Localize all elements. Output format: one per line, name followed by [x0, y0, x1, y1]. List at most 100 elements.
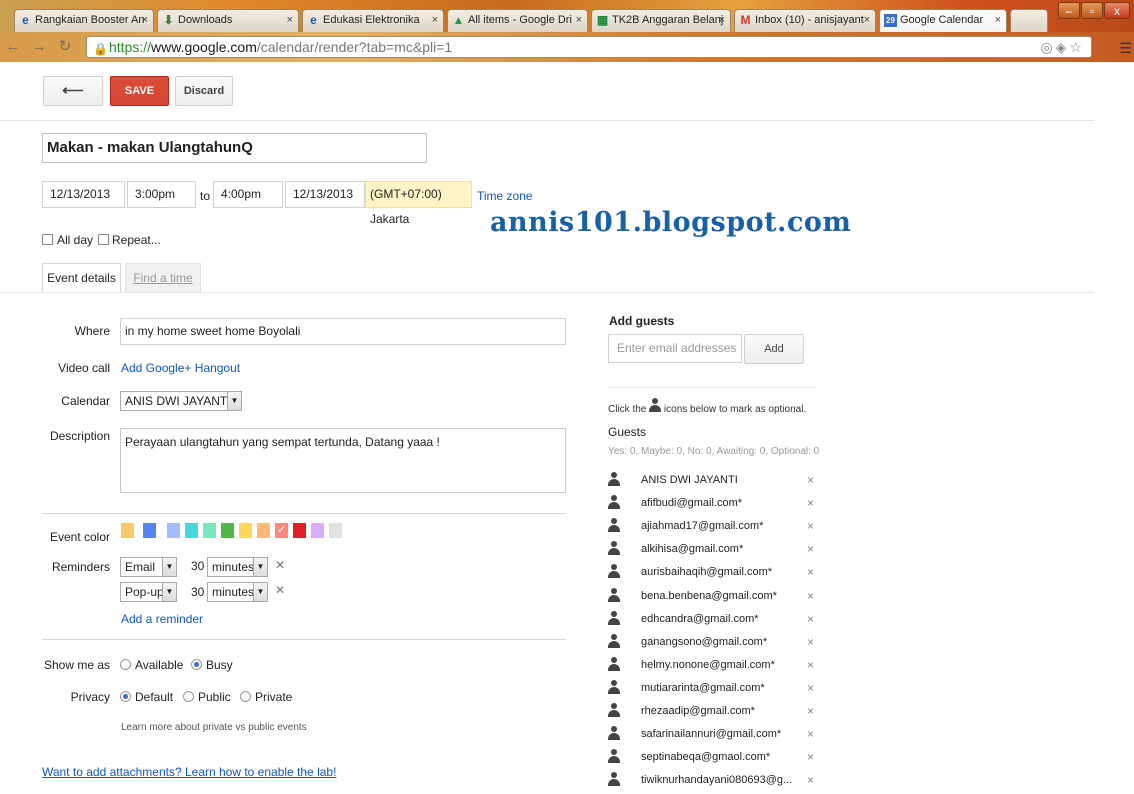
minimize-icon[interactable]: – [1058, 2, 1080, 19]
browser-tab[interactable]: e Rangkaian Booster An × [14, 9, 154, 32]
remove-guest-icon[interactable]: × [807, 542, 814, 556]
remove-guest-icon[interactable]: × [807, 565, 814, 579]
maximize-icon[interactable]: ▫ [1081, 2, 1103, 19]
reminder-2-unit-select[interactable]: minutes ▼ [207, 582, 268, 602]
add-reminder-link[interactable]: Add a reminder [121, 612, 203, 626]
close-tab-icon[interactable]: × [432, 10, 438, 31]
new-tab-button[interactable] [1010, 9, 1048, 32]
person-icon[interactable] [608, 610, 622, 627]
reminder-1-unit-select[interactable]: minutes ▼ [207, 557, 268, 577]
close-tab-icon[interactable]: × [287, 10, 293, 31]
color-swatch[interactable] [293, 523, 306, 538]
color-swatch[interactable] [143, 523, 156, 538]
end-time-input[interactable]: 4:00pm [213, 181, 283, 208]
person-icon[interactable] [608, 749, 622, 765]
remove-guest-icon[interactable]: × [807, 519, 814, 533]
close-tab-icon[interactable]: × [864, 10, 870, 31]
remove-guest-icon[interactable]: × [807, 612, 814, 626]
browser-tab-title: Edukasi Elektronika [323, 14, 420, 26]
person-icon[interactable] [608, 703, 622, 719]
color-swatch[interactable] [239, 523, 252, 538]
remove-guest-icon[interactable]: × [807, 681, 814, 695]
color-swatch[interactable] [185, 523, 198, 538]
close-tab-icon[interactable]: × [719, 10, 725, 31]
add-guest-button[interactable]: Add [744, 334, 804, 364]
where-input[interactable]: in my home sweet home Boyolali [120, 318, 566, 345]
busy-radio[interactable] [191, 659, 202, 670]
person-icon[interactable] [608, 656, 622, 673]
close-tab-icon[interactable]: × [576, 10, 582, 31]
tab-find-a-time[interactable]: Find a time [125, 263, 201, 293]
privacy-help-link[interactable]: Learn more about private vs public event… [121, 722, 307, 733]
browser-tab[interactable]: 29 Google Calendar × [879, 9, 1007, 32]
remove-reminder-1-icon[interactable]: ✕ [275, 558, 285, 572]
reminder-1-method-select[interactable]: Email ▼ [120, 557, 177, 577]
remove-guest-icon[interactable]: × [807, 496, 814, 510]
color-swatch[interactable] [121, 523, 134, 538]
extension-icons[interactable]: ◎◈☆ [1040, 37, 1085, 57]
remove-reminder-2-icon[interactable]: ✕ [275, 583, 285, 597]
person-icon[interactable] [608, 495, 622, 511]
color-swatch[interactable] [221, 523, 234, 538]
save-button[interactable]: SAVE [110, 76, 169, 106]
person-icon[interactable] [608, 726, 622, 742]
color-swatch[interactable] [167, 523, 180, 538]
default-radio[interactable] [120, 691, 131, 702]
reminder-1-value[interactable]: 30 [191, 559, 204, 573]
person-icon[interactable] [608, 472, 622, 488]
discard-button[interactable]: Discard [175, 76, 233, 106]
browser-tab[interactable]: ▦ TK2B Anggaran Belanj × [591, 9, 731, 32]
color-swatch[interactable] [311, 523, 324, 538]
person-icon[interactable] [608, 772, 622, 788]
address-bar[interactable]: 🔒 https://www.google.com/calendar/render… [86, 36, 1092, 58]
close-tab-icon[interactable]: × [995, 10, 1001, 31]
remove-guest-icon[interactable]: × [807, 773, 814, 787]
reload-icon[interactable]: ↻ [56, 38, 74, 56]
person-icon[interactable] [608, 541, 622, 557]
browser-tab[interactable]: e Edukasi Elektronika × [302, 9, 444, 32]
event-title-input[interactable]: Makan - makan UlangtahunQ [42, 133, 427, 163]
browser-tab[interactable]: ▲ All items - Google Dri × [447, 9, 588, 32]
back-icon[interactable]: ← [4, 38, 22, 56]
forward-icon[interactable]: → [30, 38, 48, 56]
private-radio[interactable] [240, 691, 251, 702]
start-time-input[interactable]: 3:00pm [127, 181, 196, 208]
repeat-checkbox[interactable] [98, 234, 109, 245]
start-date-input[interactable]: 12/13/2013 [42, 181, 125, 208]
public-radio[interactable] [183, 691, 194, 702]
end-date-input[interactable]: 12/13/2013 [285, 181, 365, 208]
add-hangout-link[interactable]: Add Google+ Hangout [121, 361, 240, 375]
remove-guest-icon[interactable]: × [807, 750, 814, 764]
tab-event-details[interactable]: Event details [42, 263, 121, 293]
back-button[interactable]: ⟵ [43, 76, 103, 106]
description-textarea[interactable]: Perayaan ulangtahun yang sempat tertunda… [120, 428, 566, 493]
calendar-select[interactable]: ANIS DWI JAYANTI ▼ [120, 391, 242, 411]
reminder-2-method-select[interactable]: Pop-up ▼ [120, 582, 177, 602]
remove-guest-icon[interactable]: × [807, 589, 814, 603]
color-swatch[interactable] [329, 523, 342, 538]
person-icon[interactable] [608, 633, 622, 650]
color-swatch[interactable] [257, 523, 270, 538]
available-radio[interactable] [120, 659, 131, 670]
person-icon[interactable] [608, 679, 622, 696]
person-icon[interactable] [608, 587, 622, 604]
remove-guest-icon[interactable]: × [807, 704, 814, 718]
attachments-link[interactable]: Want to add attachments? Learn how to en… [42, 765, 336, 779]
person-icon[interactable] [608, 564, 622, 580]
color-swatch[interactable] [203, 523, 216, 538]
browser-tab[interactable]: ⬇ Downloads × [157, 9, 299, 32]
person-icon[interactable] [608, 518, 622, 534]
remove-guest-icon[interactable]: × [807, 658, 814, 672]
close-window-icon[interactable]: x [1104, 2, 1130, 19]
menu-icon[interactable]: ☰ [1119, 40, 1132, 57]
remove-guest-icon[interactable]: × [807, 635, 814, 649]
guest-email-input[interactable]: Enter email addresses [608, 334, 742, 363]
remove-guest-icon[interactable]: × [807, 473, 814, 487]
remove-guest-icon[interactable]: × [807, 727, 814, 741]
all-day-checkbox[interactable] [42, 234, 53, 245]
reminder-2-value[interactable]: 30 [191, 585, 204, 599]
close-tab-icon[interactable]: × [142, 10, 148, 31]
timezone-link[interactable]: Time zone [477, 189, 533, 203]
color-swatch-selected[interactable]: ✓ [275, 523, 288, 538]
browser-tab[interactable]: M Inbox (10) - anisjayant × [734, 9, 876, 32]
